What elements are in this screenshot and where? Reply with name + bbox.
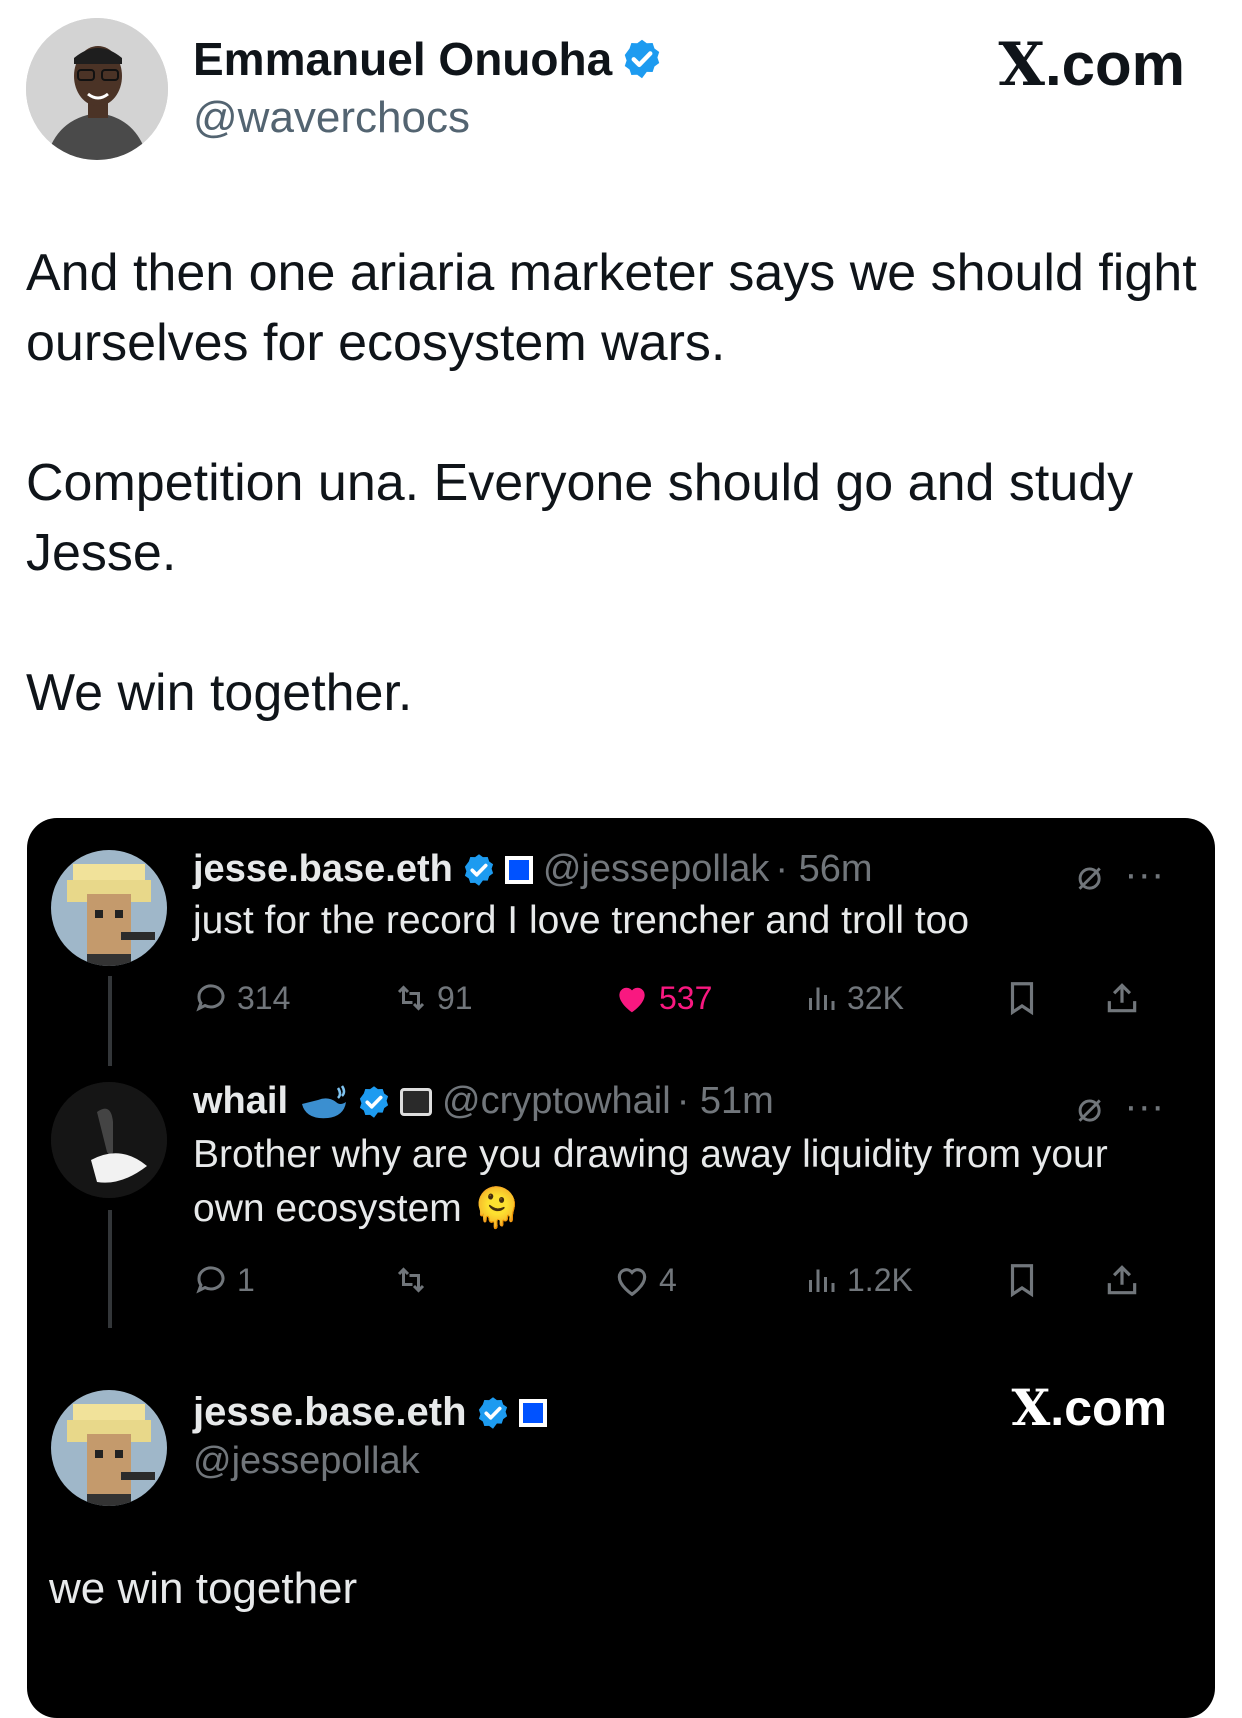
verified-badge-icon (478, 1396, 507, 1429)
repost-button[interactable]: 91 (393, 976, 473, 1020)
affiliate-badge-icon (518, 1398, 547, 1427)
jesse-avatar[interactable] (51, 1390, 167, 1506)
tweet-paragraph: And then one ariaria marketer says we sh… (26, 244, 1197, 372)
post-time: · 51m (676, 1080, 774, 1122)
bookmark-icon (1010, 1264, 1034, 1298)
x-domain: .com (1044, 31, 1185, 98)
final-card-text: we win together (49, 1564, 358, 1613)
whail-avatar[interactable] (51, 1082, 167, 1198)
views-icon (809, 987, 835, 1010)
repost-button[interactable] (393, 1258, 437, 1302)
post-corner-icons: ⌀ ··· (1077, 1082, 1164, 1131)
author-name-row[interactable]: Emmanuel Onuoha (193, 32, 664, 86)
repost-icon (397, 1267, 425, 1293)
pixel-avatar (51, 1390, 167, 1506)
like-count: 4 (659, 1261, 677, 1298)
reply-icon (196, 984, 225, 1012)
share-button[interactable] (1103, 976, 1141, 1020)
post-header: whail @cryptowhail · 51m (193, 1080, 774, 1123)
affiliate-badge-icon (400, 1087, 433, 1116)
more-icon[interactable]: ··· (1124, 1084, 1164, 1129)
affiliate-badge-icon (504, 855, 533, 884)
avatar-portrait (26, 18, 168, 160)
post-text: just for the record I love trencher and … (193, 899, 970, 942)
post-author-name[interactable]: jesse.base.eth (193, 848, 453, 891)
bookmark-button[interactable] (1003, 1258, 1041, 1302)
author-name[interactable]: Emmanuel Onuoha (193, 32, 612, 86)
jesse-avatar[interactable] (51, 850, 167, 966)
share-button[interactable] (1103, 1258, 1141, 1302)
reply-icon (196, 1266, 225, 1294)
verified-badge-icon (464, 853, 493, 886)
thread-line (108, 976, 112, 1066)
post-corner-icons: ⌀ ··· (1077, 850, 1164, 899)
tweet-paragraph: Competition una. Everyone should go and … (26, 454, 1134, 582)
repost-icon (397, 985, 425, 1011)
grok-icon[interactable]: ⌀ (1077, 1082, 1102, 1131)
post-author-name[interactable]: whail (193, 1080, 288, 1123)
repost-count: 91 (437, 979, 473, 1016)
final-author-handle[interactable]: @jessepollak (193, 1440, 420, 1483)
x-logo: X.com (998, 30, 1185, 100)
x-domain: .com (1050, 1380, 1167, 1436)
verified-badge-icon (359, 1085, 389, 1118)
final-author-name[interactable]: jesse.base.eth (193, 1390, 467, 1435)
share-icon (1107, 983, 1137, 1013)
melting-face-emoji: 🫠 (472, 1187, 522, 1230)
views-icon (809, 1269, 835, 1292)
bookmark-button[interactable] (1003, 976, 1041, 1020)
x-glyph: X (998, 30, 1045, 100)
tweet-paragraph: We win together. (26, 664, 413, 722)
views-count: 1.2K (847, 1261, 913, 1298)
post-handle[interactable]: @cryptowhail (442, 1080, 671, 1123)
like-button[interactable]: 4 (613, 1258, 677, 1302)
post-time: · 56m (775, 848, 873, 890)
thread-line (108, 1210, 112, 1328)
views-button[interactable]: 32K (803, 976, 904, 1020)
post-header: jesse.base.eth @jessepollak · 56m (193, 848, 873, 891)
share-icon (1107, 1265, 1137, 1295)
whale-icon (302, 1084, 347, 1118)
post-actions: 314 91 537 32K (193, 976, 1193, 1020)
post-handle[interactable]: @jessepollak (543, 848, 770, 891)
final-card-header: jesse.base.eth (193, 1390, 547, 1435)
reply-button[interactable]: 314 (193, 976, 290, 1020)
more-icon[interactable]: ··· (1124, 852, 1164, 897)
tweet-text: And then one ariaria marketer says we sh… (26, 238, 1216, 728)
post-actions: 1 4 1.2K (193, 1258, 1193, 1302)
whale-avatar-art (51, 1082, 167, 1198)
reply-count: 1 (237, 1261, 255, 1298)
quoted-screenshot[interactable]: jesse.base.eth @jessepollak · 56m ⌀ ··· … (27, 818, 1215, 1718)
like-icon (619, 987, 645, 1013)
reply-button[interactable]: 1 (193, 1258, 255, 1302)
like-icon (617, 1268, 647, 1297)
author-avatar[interactable] (26, 18, 168, 160)
verified-badge-icon (624, 39, 660, 79)
reply-count: 314 (237, 979, 291, 1016)
x-logo: X.com (1012, 1378, 1168, 1437)
author-handle[interactable]: @waverchocs (193, 93, 470, 143)
post-text-content: Brother why are you drawing away liquidi… (193, 1133, 1108, 1230)
bookmark-icon (1010, 982, 1034, 1016)
views-count: 32K (847, 979, 904, 1016)
like-button[interactable]: 537 (613, 976, 712, 1020)
final-card-handle-row: @jessepollak (193, 1440, 420, 1483)
like-count: 537 (659, 979, 713, 1016)
views-button[interactable]: 1.2K (803, 1258, 913, 1302)
grok-icon[interactable]: ⌀ (1077, 850, 1102, 899)
x-glyph: X (1011, 1378, 1051, 1437)
post-text: Brother why are you drawing away liquidi… (193, 1128, 1183, 1236)
pixel-avatar (51, 850, 167, 966)
